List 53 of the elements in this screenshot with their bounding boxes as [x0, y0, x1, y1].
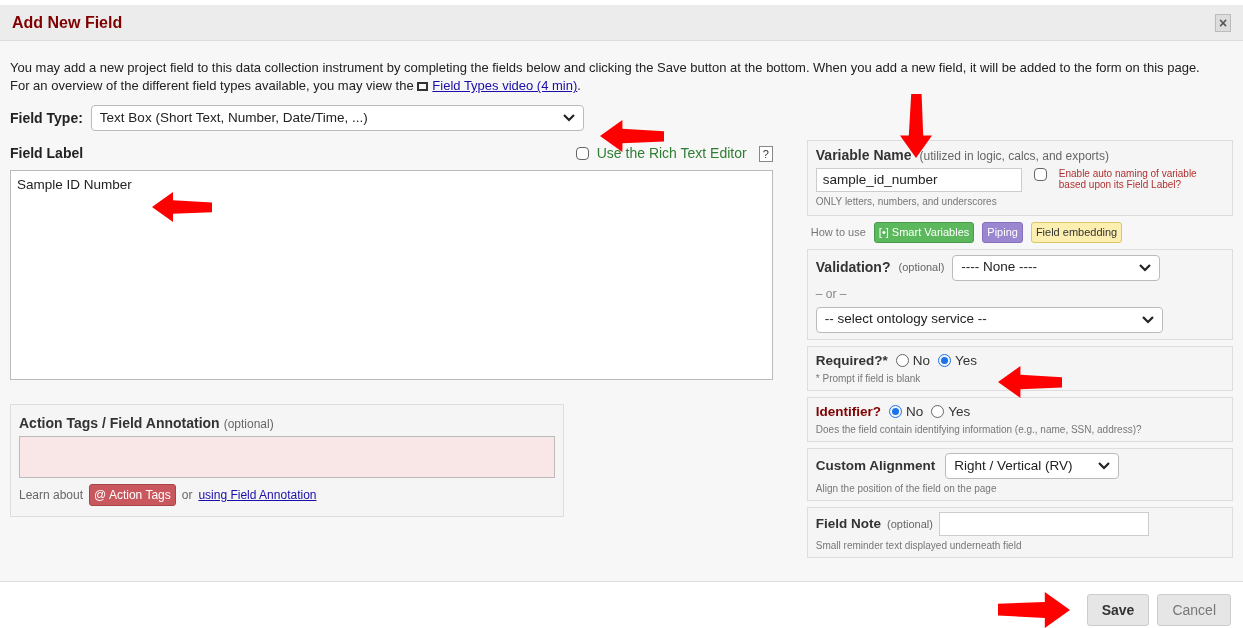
caret-icon — [1139, 263, 1152, 272]
alignment-note: Align the position of the field on the page — [815, 482, 998, 496]
action-tags-button[interactable]: @ Action Tags — [89, 484, 176, 506]
cancel-button[interactable]: Cancel — [1157, 594, 1231, 626]
learn-about-text: Learn about — [19, 487, 84, 504]
field-note-hint: Small reminder text displayed underneath field — [815, 539, 1023, 553]
caret-icon — [1141, 315, 1154, 324]
intro-text: You may add a new project field to this data collection instrument by completing the fields below and clicking the Save button at the bottom. When you add a new field, it will be added to the form on this page. For an overview of the different field types available, you may view the Field Types video (4 min). — [10, 59, 1201, 95]
optional-label: (optional) — [223, 416, 274, 433]
how-to-use-label: How to use — [810, 225, 866, 240]
field-note-label: Field Note — [815, 514, 882, 533]
alignment-select[interactable]: Right / Vertical (RV) — [945, 453, 1120, 479]
optional-label: (optional) — [887, 516, 933, 532]
radio-button[interactable] — [895, 354, 909, 368]
save-button[interactable]: Save — [1086, 594, 1150, 626]
action-tags-label: Action Tags / Field Annotation — [19, 414, 220, 433]
rich-text-label: Use the Rich Text Editor — [596, 144, 747, 163]
field-type-select[interactable]: Text Box (Short Text, Number, Date/Time, ...) — [90, 105, 584, 131]
field-type-label: Field Type: — [10, 108, 83, 128]
dialog-title: Add New Field — [12, 12, 123, 33]
required-note: * Prompt if field is blank — [815, 371, 922, 386]
variable-name-note: ONLY letters, numbers, and underscores — [815, 195, 998, 209]
radio-button[interactable] — [931, 405, 945, 419]
field-note-input[interactable] — [938, 512, 1149, 536]
validation-label: Validation? — [815, 258, 891, 277]
variable-name-hint: (utilized in logic, calcs, and exports) — [919, 148, 1109, 165]
variable-name-input[interactable]: sample_id_number — [815, 168, 1022, 192]
radio-label: Yes — [948, 402, 971, 421]
rich-text-checkbox[interactable] — [575, 147, 589, 160]
radio-label: No — [912, 351, 931, 370]
field-annotation-link[interactable]: using Field Annotation — [198, 486, 317, 504]
film-icon — [417, 82, 429, 92]
validation-select[interactable]: ---- None ---- — [952, 254, 1161, 281]
help-button[interactable]: ? — [758, 145, 773, 162]
radio-label: No — [906, 402, 924, 421]
alignment-label: Custom Alignment — [815, 456, 936, 475]
caret-icon — [1098, 462, 1111, 470]
required-label: Required?* — [815, 351, 888, 370]
identifier-note: Does the field contain identifying information (e.g., name, SSN, address)? — [815, 423, 1143, 437]
help-badge[interactable]: Field embedding — [1030, 222, 1123, 243]
or-text: – or – — [815, 285, 848, 303]
ontology-select[interactable]: -- select ontology service -- — [815, 306, 1163, 333]
identifier-label: Identifier? — [815, 402, 882, 421]
field-label-textarea[interactable]: Sample ID Number — [10, 170, 773, 380]
auto-naming-label: Enable auto naming of variable based upon its Field Label? — [1058, 168, 1198, 190]
auto-naming-checkbox[interactable] — [1033, 168, 1047, 181]
or-text: or — [181, 487, 193, 504]
optional-label: (optional) — [898, 260, 945, 276]
close-button[interactable]: × — [1215, 13, 1231, 32]
radio-label: Yes — [955, 351, 978, 370]
variable-name-label: Variable Name — [815, 146, 912, 165]
caret-icon — [562, 114, 575, 122]
field-label-heading: Field Label — [10, 144, 84, 163]
